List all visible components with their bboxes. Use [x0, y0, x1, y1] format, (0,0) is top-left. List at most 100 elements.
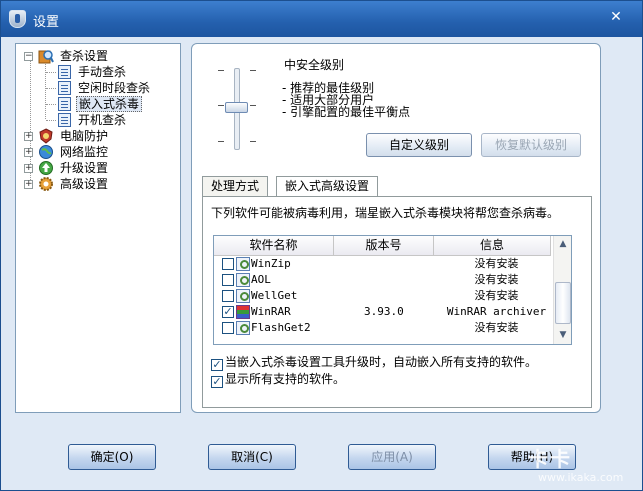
row-checkbox[interactable] — [222, 322, 234, 334]
software-row[interactable]: ✓ WinRAR 3.93.0 WinRAR archiver — [214, 304, 551, 320]
slider-thumb[interactable] — [225, 102, 248, 113]
tab-handling[interactable]: 处理方式 — [202, 176, 269, 196]
column-header-name[interactable]: 软件名称 — [214, 236, 334, 255]
tree-item-network-monitor[interactable]: + 网络监控 — [24, 144, 174, 160]
security-level-title: 中安全级别 — [284, 58, 345, 72]
shield-icon — [9, 10, 26, 28]
slider-tick — [250, 70, 256, 71]
show-all-checkbox[interactable]: ✓ — [211, 376, 223, 388]
scroll-thumb[interactable] — [555, 282, 571, 324]
tree-item-scan-settings[interactable]: − 查杀设置 — [24, 48, 174, 64]
apply-button[interactable]: 应用(A) — [348, 444, 436, 470]
tree-item-embedded-scan[interactable]: 嵌入式杀毒 — [56, 96, 176, 112]
document-icon — [58, 113, 71, 127]
tab-embedded-advanced[interactable]: 嵌入式高级设置 — [276, 176, 379, 197]
software-name: FlashGet2 — [251, 321, 311, 334]
tree-item-upgrade-settings[interactable]: + 升级设置 — [24, 160, 174, 176]
desc-line: - 引擎配置的最佳平衡点 — [282, 105, 411, 119]
restore-default-button[interactable]: 恢复默认级别 — [481, 133, 581, 157]
row-checkbox[interactable]: ✓ — [222, 306, 234, 318]
column-header-info[interactable]: 信息 — [434, 236, 551, 255]
gear-icon — [38, 176, 54, 192]
expand-icon[interactable]: + — [24, 148, 33, 157]
tree-label: 网络监控 — [60, 145, 109, 159]
settings-window: 设置 ✕ − 查杀设置 手动查杀 空闲时段查杀 嵌入式杀毒 开机查杀 + 电脑防… — [0, 0, 643, 491]
software-info: 没有安装 — [474, 321, 519, 334]
title-bar[interactable]: 设置 ✕ — [1, 1, 642, 37]
winrar-icon — [236, 305, 250, 319]
settings-tree: − 查杀设置 手动查杀 空闲时段查杀 嵌入式杀毒 开机查杀 + 电脑防护 + 网… — [15, 43, 181, 413]
tree-label: 电脑防护 — [60, 129, 109, 143]
scroll-up-icon[interactable]: ▲ — [555, 236, 571, 252]
ok-button[interactable]: 确定(O) — [68, 444, 156, 470]
software-version: 3.93.0 — [364, 305, 404, 318]
tree-item-advanced-settings[interactable]: + 高级设置 — [24, 176, 174, 192]
slider-tick — [218, 105, 224, 106]
software-icon — [236, 257, 250, 271]
slider-tick — [218, 70, 224, 71]
scroll-down-icon[interactable]: ▼ — [555, 327, 571, 343]
show-all-option[interactable]: ✓ 显示所有支持的软件。 — [211, 371, 346, 388]
protection-icon — [38, 128, 54, 144]
tree-item-pc-protection[interactable]: + 电脑防护 — [24, 128, 174, 144]
tree-label: 空闲时段查杀 — [78, 81, 151, 95]
upgrade-icon — [38, 160, 54, 176]
document-icon — [58, 65, 71, 79]
watermark-url: www.ikaka.com — [538, 471, 624, 484]
expand-icon[interactable]: + — [24, 132, 33, 141]
globe-icon — [38, 144, 54, 160]
software-name: WinRAR — [251, 305, 291, 318]
tab-panel-embedded: 下列软件可能被病毒利用，瑞星嵌入式杀毒模块将帮您查杀病毒。 软件名称 版本号 信… — [202, 196, 592, 408]
row-checkbox[interactable] — [222, 290, 234, 302]
slider-tick — [250, 141, 256, 142]
software-icon — [236, 273, 250, 287]
software-icon — [236, 321, 250, 335]
tree-label: 高级设置 — [60, 177, 109, 191]
software-name: WinZip — [251, 257, 291, 270]
show-all-label: 显示所有支持的软件。 — [225, 372, 346, 386]
tree-item-boot-scan[interactable]: 开机查杀 — [56, 112, 176, 128]
document-icon — [58, 81, 71, 95]
custom-level-button[interactable]: 自定义级别 — [366, 133, 472, 157]
software-info: 没有安装 — [474, 273, 519, 286]
row-checkbox[interactable] — [222, 274, 234, 286]
software-row[interactable]: FlashGet2 没有安装 — [214, 320, 551, 336]
list-scrollbar[interactable]: ▲ ▼ — [553, 236, 571, 344]
software-row[interactable]: WellGet 没有安装 — [214, 288, 551, 304]
help-button[interactable]: 帮助(H) — [488, 444, 576, 470]
tree-item-manual-scan[interactable]: 手动查杀 — [56, 64, 176, 80]
auto-embed-label: 当嵌入式杀毒设置工具升级时，自动嵌入所有支持的软件。 — [225, 355, 538, 369]
auto-embed-option[interactable]: ✓ 当嵌入式杀毒设置工具升级时，自动嵌入所有支持的软件。 — [211, 354, 538, 371]
cancel-button[interactable]: 取消(C) — [208, 444, 296, 470]
software-row[interactable]: AOL 没有安装 — [214, 272, 551, 288]
tree-label: 手动查杀 — [78, 65, 127, 79]
slider-tick — [218, 141, 224, 142]
tree-label-selected: 嵌入式杀毒 — [76, 96, 143, 112]
tree-item-idle-scan[interactable]: 空闲时段查杀 — [56, 80, 176, 96]
row-checkbox[interactable] — [222, 258, 234, 270]
list-header: 软件名称 版本号 信息 — [214, 236, 551, 256]
tree-label: 升级设置 — [60, 161, 109, 175]
software-info: 没有安装 — [474, 289, 519, 302]
collapse-icon[interactable]: − — [24, 52, 33, 61]
search-settings-icon — [38, 48, 54, 64]
document-icon — [58, 97, 71, 111]
software-name: WellGet — [251, 289, 298, 302]
expand-icon[interactable]: + — [24, 164, 33, 173]
window-title: 设置 — [33, 15, 60, 30]
close-icon[interactable]: ✕ — [606, 7, 626, 27]
software-icon — [236, 289, 250, 303]
software-row[interactable]: WinZip 没有安装 — [214, 256, 551, 272]
software-info: WinRAR archiver — [446, 305, 547, 318]
slider-tick — [250, 105, 256, 106]
tree-label: 查杀设置 — [60, 49, 109, 63]
software-name: AOL — [251, 273, 271, 286]
expand-icon[interactable]: + — [24, 180, 33, 189]
column-header-version[interactable]: 版本号 — [334, 236, 434, 255]
settings-content: 中安全级别 - 推荐的最佳级别 - 适用大部分用户 - 引擎配置的最佳平衡点 自… — [191, 43, 601, 413]
security-level-description: - 推荐的最佳级别 - 适用大部分用户 - 引擎配置的最佳平衡点 — [282, 82, 410, 118]
auto-embed-checkbox[interactable]: ✓ — [211, 359, 223, 371]
software-info: 没有安装 — [474, 257, 519, 270]
embedded-intro-text: 下列软件可能被病毒利用，瑞星嵌入式杀毒模块将帮您查杀病毒。 — [211, 206, 560, 220]
software-list: 软件名称 版本号 信息 WinZip 没有安装 AOL 没有安装 WellGet… — [213, 235, 572, 345]
